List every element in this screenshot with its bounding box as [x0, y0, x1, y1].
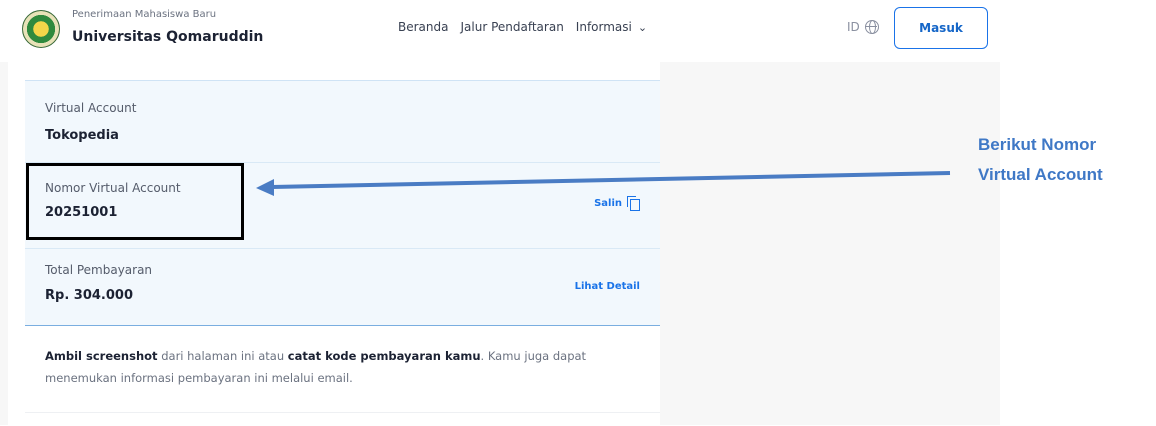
annotation-line-1: Berikut Nomor: [978, 135, 1097, 154]
annotation-callout: Berikut Nomor Virtual Account: [978, 130, 1156, 190]
annotation-arrow-head: [256, 179, 274, 196]
annotation-line-2: Virtual Account: [978, 165, 1103, 184]
annotation-arrow: [256, 171, 951, 196]
annotation-arrow-line: [271, 171, 951, 189]
